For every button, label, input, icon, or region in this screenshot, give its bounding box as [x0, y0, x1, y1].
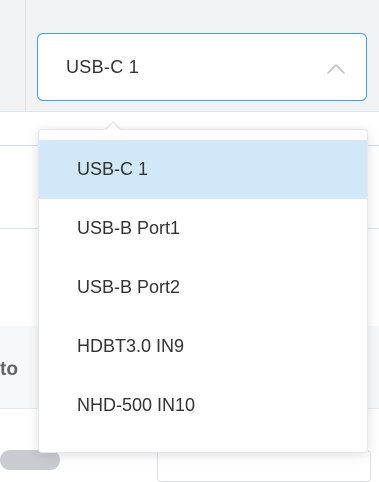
table-header-cell	[0, 0, 26, 111]
toggle-switch[interactable]	[0, 450, 60, 470]
option-usb-b-port1[interactable]: USB-B Port1	[39, 199, 367, 258]
dropdown-menu: USB-C 1 USB-B Port1 USB-B Port2 HDBT3.0 …	[38, 129, 368, 453]
select-field[interactable]	[157, 450, 371, 482]
option-usb-c-1[interactable]: USB-C 1	[39, 140, 367, 199]
chevron-up-icon	[327, 64, 345, 74]
select-value: USB-C 1	[66, 57, 140, 77]
option-hdbt3-in9[interactable]: HDBT3.0 IN9	[39, 317, 367, 376]
option-nhd-500-in10[interactable]: NHD-500 IN10	[39, 376, 367, 435]
row-label: to	[0, 359, 18, 380]
row-divider	[0, 111, 379, 112]
option-usb-b-port2[interactable]: USB-B Port2	[39, 258, 367, 317]
dropdown-caret-fill	[105, 123, 121, 131]
source-select[interactable]: USB-C 1	[37, 33, 367, 101]
